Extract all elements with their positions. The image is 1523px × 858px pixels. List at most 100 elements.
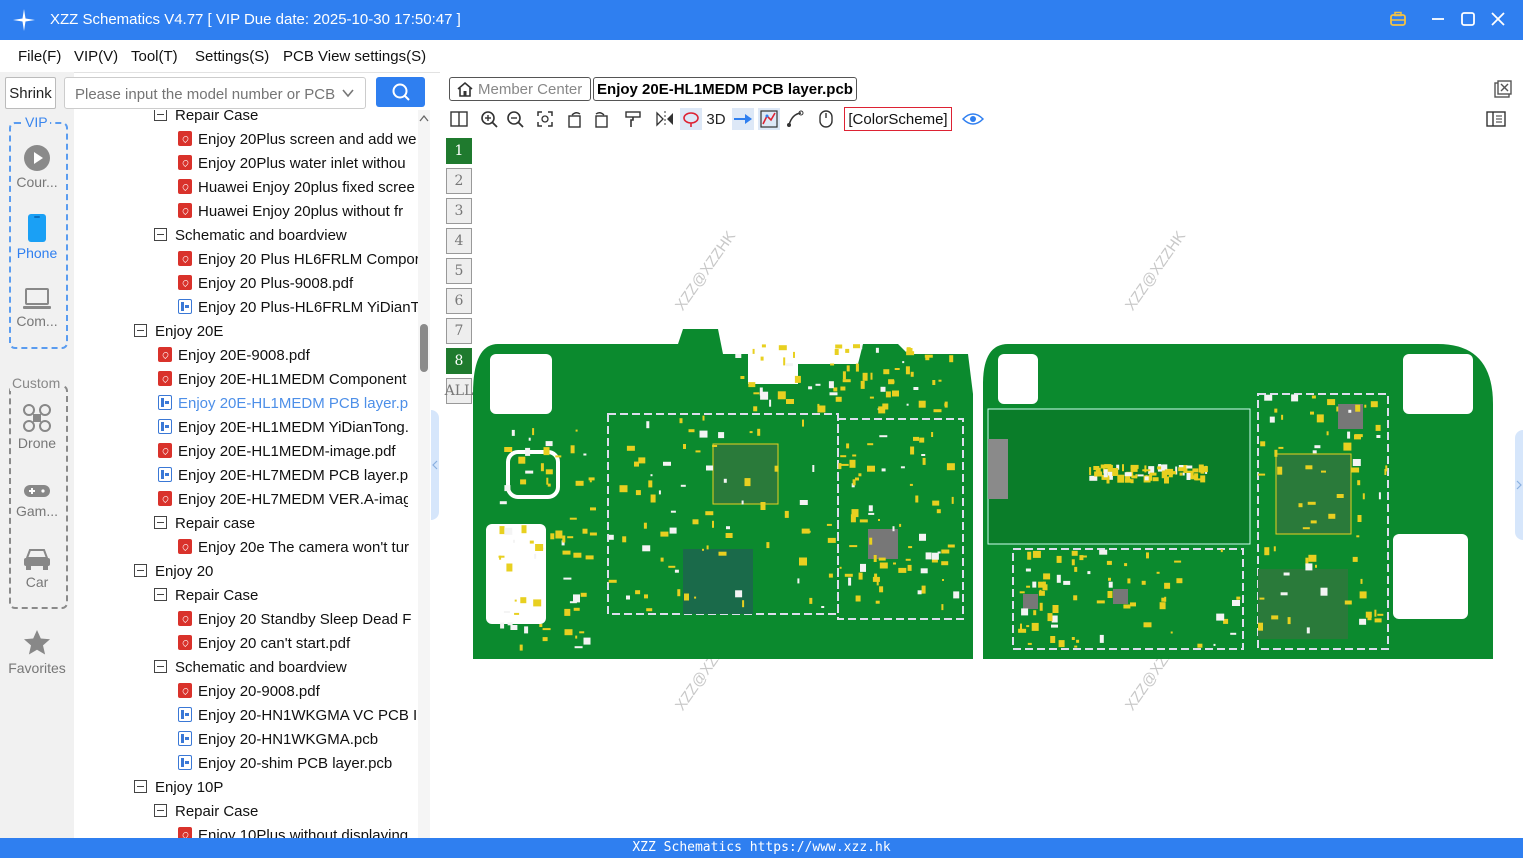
layer-button-1[interactable]: 1 [446, 138, 472, 164]
layer-button-4[interactable]: 4 [446, 228, 472, 254]
tree-file[interactable]: Enjoy 20 Plus HL6FRLM Compor [178, 248, 418, 272]
layer-button-2[interactable]: 2 [446, 168, 472, 194]
menu-pcb-view-settings[interactable]: PCB View settings(S) [283, 48, 426, 65]
tree-file[interactable]: Enjoy 20E-HL1MEDM YiDianTong. [158, 416, 408, 440]
trace-view-icon[interactable] [758, 108, 780, 130]
pcb-pad [695, 450, 701, 453]
tree-file[interactable]: Enjoy 20E-HL7MEDM PCB layer.pc [158, 464, 408, 488]
search-input[interactable] [73, 84, 337, 104]
layer-button-6[interactable]: 6 [446, 288, 472, 314]
tree-file[interactable]: Enjoy 20E-HL1MEDM Component [158, 368, 408, 392]
eye-icon[interactable] [962, 108, 984, 130]
tree-file[interactable]: Huawei Enjoy 20plus fixed scree [178, 176, 418, 200]
measure-icon[interactable] [784, 108, 806, 130]
collapse-icon[interactable] [154, 588, 167, 602]
sidebar-item-car[interactable]: Car [4, 546, 70, 590]
tab-member-center[interactable]: Member Center [449, 77, 591, 101]
collapse-icon[interactable] [154, 660, 167, 674]
minimize-icon[interactable] [1427, 8, 1449, 30]
maximize-icon[interactable] [1457, 8, 1479, 30]
pcb-canvas[interactable]: 1 2 3 4 5 6 7 8 ALL XZZ@XZZHK XZZ@XZZHK XZZ@XZZH… [440, 134, 1523, 838]
sidebar-item-drone[interactable]: Drone [4, 403, 70, 451]
tree-file[interactable]: Enjoy 10Plus without displaying [178, 824, 418, 838]
toggle-3d-button[interactable]: 3D [704, 108, 728, 130]
tree-file[interactable]: Huawei Enjoy 20plus without fr [178, 200, 418, 224]
tree-file[interactable]: Enjoy 20 can't start.pdf [178, 632, 418, 656]
tree-folder[interactable]: Repair Case [154, 800, 404, 824]
close-icon[interactable] [1487, 8, 1509, 30]
collapse-icon[interactable] [154, 228, 167, 242]
sidebar-item-courses[interactable]: Cour... [4, 144, 70, 190]
sidebar-item-label: Favorites [8, 660, 66, 676]
close-tabs-icon[interactable] [1492, 78, 1514, 100]
pcb-board-view[interactable] [468, 324, 1498, 664]
tree-file[interactable]: Enjoy 20 Plus-9008.pdf [178, 272, 418, 296]
panel-splitter[interactable] [431, 410, 439, 520]
tree-file[interactable]: Enjoy 20-HN1WKGMA VC PCB I [178, 704, 418, 728]
tree-file[interactable]: Enjoy 20E-9008.pdf [158, 344, 408, 368]
net-highlight-icon[interactable] [732, 108, 754, 130]
tree-file[interactable]: Enjoy 20Plus screen and add we [178, 128, 418, 152]
zoom-in-icon[interactable] [478, 108, 500, 130]
tree-scroll-thumb[interactable] [420, 324, 428, 372]
rotate-right-icon[interactable] [590, 108, 612, 130]
shrink-button[interactable]: Shrink [5, 77, 56, 109]
tree-folder[interactable]: Repair Case [154, 584, 404, 608]
tree-file[interactable]: Enjoy 20E-HL1MEDM PCB layer.pc [158, 392, 408, 416]
tree-file[interactable]: Enjoy 20E-HL7MEDM VER.A-image [158, 488, 408, 512]
collapse-icon[interactable] [134, 324, 147, 338]
layer-button-3[interactable]: 3 [446, 198, 472, 224]
right-panel-splitter[interactable] [1515, 430, 1523, 540]
pcb-pad [688, 429, 695, 433]
tree-folder[interactable]: Schematic and boardview [154, 224, 404, 248]
search-box[interactable] [64, 77, 366, 109]
collapse-icon[interactable] [154, 804, 167, 818]
collapse-icon[interactable] [154, 516, 167, 530]
tree-folder[interactable]: Repair Case [154, 110, 404, 128]
tree-file[interactable]: Enjoy 20-HN1WKGMA.pcb [178, 728, 418, 752]
tree-file[interactable]: Enjoy 20E-HL1MEDM-image.pdf [158, 440, 408, 464]
split-view-icon[interactable] [448, 108, 470, 130]
pcb-pad [799, 500, 808, 505]
sidebar-item-phone[interactable]: Phone [4, 213, 70, 261]
side-panel-icon[interactable] [1485, 108, 1507, 130]
tree-file[interactable]: Enjoy 20-9008.pdf [178, 680, 418, 704]
menu-tool[interactable]: Tool(T) [131, 48, 178, 65]
tree-folder[interactable]: Repair case [154, 512, 404, 536]
menu-vip[interactable]: VIP(V) [74, 48, 118, 65]
mirror-icon[interactable] [654, 108, 676, 130]
tree-file[interactable]: Enjoy 20Plus water inlet withou [178, 152, 418, 176]
tree-folder[interactable]: Enjoy 10P [134, 776, 384, 800]
collapse-icon[interactable] [134, 564, 147, 578]
search-button[interactable] [376, 77, 425, 107]
tree-file[interactable]: Enjoy 20 Plus-HL6FRLM YiDianT [178, 296, 418, 320]
pcb-pad [712, 445, 718, 447]
tree-scrollbar[interactable] [418, 110, 430, 838]
tree-file[interactable]: Enjoy 20e The camera won't tur [178, 536, 418, 560]
probe-icon[interactable] [680, 108, 702, 130]
color-scheme-button[interactable]: [ColorScheme] [844, 107, 952, 131]
sidebar-item-favorites[interactable]: Favorites [2, 628, 72, 676]
tree-folder[interactable]: Enjoy 20E [134, 320, 384, 344]
layer-button-5[interactable]: 5 [446, 258, 472, 284]
collapse-icon[interactable] [154, 110, 167, 122]
collapse-icon[interactable] [134, 780, 147, 794]
tree-folder[interactable]: Schematic and boardview [154, 656, 404, 680]
menu-file[interactable]: File(F) [18, 48, 61, 65]
vip-briefcase-icon[interactable] [1387, 8, 1409, 30]
tree-folder[interactable]: Enjoy 20 [134, 560, 384, 584]
sidebar-item-game[interactable]: Gam... [4, 481, 70, 519]
tree-file[interactable]: Enjoy 20-shim PCB layer.pcb [178, 752, 418, 776]
tab-active-pcb[interactable]: Enjoy 20E-HL1MEDM PCB layer.pcb [593, 77, 857, 101]
format-painter-icon[interactable] [622, 108, 644, 130]
menu-settings[interactable]: Settings(S) [195, 48, 269, 65]
zoom-out-icon[interactable] [504, 108, 526, 130]
sidebar-item-computer[interactable]: Com... [4, 287, 70, 329]
tree-item-label: Enjoy 20 Standby Sleep Dead F [198, 611, 412, 628]
tree-file[interactable]: Enjoy 20 Standby Sleep Dead F [178, 608, 418, 632]
pcb-pad [917, 590, 922, 595]
chevron-down-icon[interactable] [341, 86, 355, 100]
fit-view-icon[interactable] [534, 108, 556, 130]
mouse-icon[interactable] [815, 108, 837, 130]
rotate-left-icon[interactable] [564, 108, 586, 130]
